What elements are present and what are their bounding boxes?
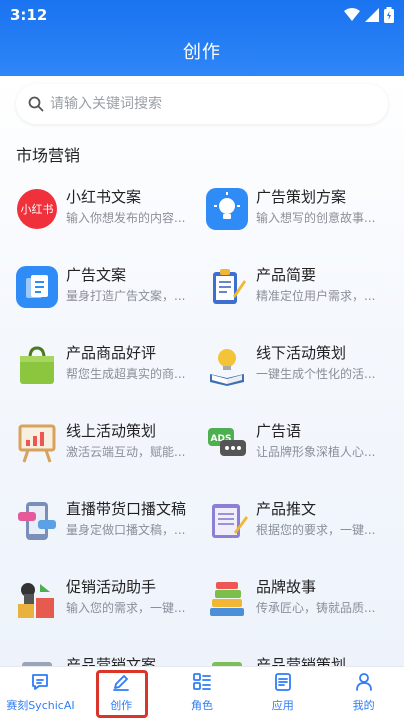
presentation-board-icon (16, 422, 58, 464)
documents-icon (16, 266, 58, 308)
marketing-plan-icon (206, 656, 248, 666)
tool-card-text: 广告策划方案输入想写的创意故事... (256, 184, 386, 226)
signal-icon (365, 8, 379, 22)
tool-card-desc: 量身打造广告文案，... (66, 289, 186, 303)
tool-card[interactable]: 品牌故事传承匠心，铸就品质... (206, 574, 400, 652)
section-title: 市场营销 (16, 146, 81, 165)
promotion-icon (16, 578, 58, 620)
tool-card-desc: 让品牌形象深植人心... (256, 445, 376, 459)
tool-card-text: 产品推文根据您的要求，一键... (256, 496, 386, 538)
battery-icon (384, 7, 394, 23)
tool-card-title: 小红书文案 (66, 188, 142, 206)
xiaohongshu-icon: 小红书 (16, 188, 58, 230)
tool-card-title: 广告文案 (66, 266, 127, 284)
tool-card-desc: 根据您的要求，一键... (256, 523, 376, 537)
tool-card-text: 产品营销策划 (256, 652, 386, 666)
tool-card[interactable]: 产品推文根据您的要求，一键... (206, 496, 400, 574)
nav-label: 应用 (271, 699, 294, 712)
tool-card-title: 产品商品好评 (66, 344, 157, 362)
tool-card-desc: 精准定位用户需求，... (256, 289, 376, 303)
ads-chat-icon: ADS (206, 422, 248, 464)
search-input[interactable] (50, 96, 370, 112)
main-content: 市场营销 小红书小红书文案输入你想发布的内容... 广告策划方案输入想写的创意故事… (0, 76, 404, 666)
tool-card[interactable]: 产品简要精准定位用户需求，... (206, 262, 400, 340)
shopping-bag-icon (16, 344, 58, 386)
nav-label: 我的 (352, 699, 375, 712)
tool-card-text: 广告文案量身打造广告文案，... (66, 262, 196, 304)
card-grid: 小红书 小红书文案 输入你想发布的内容... 广告策划方案 输入想写的创意故事... 广告… (0, 184, 404, 666)
product-marketing-icon (16, 656, 58, 666)
search-icon (28, 96, 44, 112)
tool-card-title: 直播带货口播文稿 (66, 500, 187, 518)
tool-card-desc: 激活云端互动，赋能... (66, 445, 186, 459)
status-time: 3:12 (10, 6, 48, 24)
tool-card[interactable]: 促销活动助手输入您的需求，一键... (16, 574, 206, 652)
nav-item-app-list[interactable]: 应用 (242, 667, 323, 718)
tool-card-title: 广告策划方案 (256, 188, 347, 206)
search-bar[interactable] (16, 84, 388, 124)
tool-card[interactable]: 线上活动策划激活云端互动，赋能... (16, 418, 206, 496)
grid-list-icon (192, 672, 212, 695)
tool-card[interactable]: 线下活动策划一键生成个性化的活... (206, 340, 400, 418)
idea-book-icon (206, 344, 248, 386)
tool-card[interactable]: 产品营销文案 (16, 652, 206, 666)
svg-text:小红书: 小红书 (21, 203, 54, 216)
app-list-icon (273, 672, 293, 695)
tool-card[interactable]: 广告文案量身打造广告文案，... (16, 262, 206, 340)
tool-card-text: 线上活动策划激活云端互动，赋能... (66, 418, 196, 460)
notepad-icon (206, 500, 248, 542)
nav-item-person[interactable]: 我的 (323, 667, 404, 718)
wifi-icon (344, 8, 360, 21)
lightbulb-icon (206, 188, 248, 230)
tool-card-title: 产品推文 (256, 500, 317, 518)
active-tab-highlight (95, 670, 148, 718)
tool-card-title: 线下活动策划 (256, 344, 347, 362)
tool-card-desc: 帮您生成超真实的商... (66, 367, 186, 381)
nav-item-chat[interactable]: 赛刻SychicAI (0, 667, 81, 718)
app-header: 3:12 创作 (0, 0, 404, 76)
tool-card[interactable]: ADS 广告语 让品牌形象深植人心... (206, 418, 400, 496)
nav-label: 赛刻SychicAI (6, 699, 75, 712)
page-title: 创作 (183, 42, 221, 63)
status-bar: 3:12 (10, 4, 394, 26)
clipboard-icon (206, 266, 248, 308)
tool-card-title: 产品简要 (256, 266, 317, 284)
tool-card-title: 广告语 (256, 422, 302, 440)
nav-item-grid-list[interactable]: 角色 (162, 667, 243, 718)
tool-card-text: 小红书文案输入你想发布的内容... (66, 184, 196, 226)
tool-card-title: 促销活动助手 (66, 578, 157, 596)
tool-card-text: 广告语让品牌形象深植人心... (256, 418, 386, 460)
tool-card-desc: 输入想写的创意故事... (256, 211, 376, 225)
tool-card[interactable]: 小红书 小红书文案输入你想发布的内容... (16, 184, 206, 262)
tool-card-text: 直播带货口播文稿量身定做口播文稿，... (66, 496, 196, 538)
tool-card-text: 产品简要精准定位用户需求，... (256, 262, 386, 304)
tool-card-desc: 一键生成个性化的活... (256, 367, 376, 381)
tool-card-title: 品牌故事 (256, 578, 317, 596)
tool-card-title: 产品营销策划 (256, 656, 347, 666)
tool-card-desc: 传承匠心，铸就品质... (256, 601, 376, 615)
tool-card[interactable]: 产品商品好评帮您生成超真实的商... (16, 340, 206, 418)
nav-label: 角色 (190, 699, 213, 712)
nav-item-pencil[interactable]: 创作 (81, 667, 162, 718)
chat-icon (30, 672, 50, 695)
tool-card-desc: 输入您的需求，一键... (66, 601, 186, 615)
tool-card[interactable]: 直播带货口播文稿量身定做口播文稿，... (16, 496, 206, 574)
tool-card[interactable]: 产品营销策划 (206, 652, 400, 666)
phone-chat-icon (16, 500, 58, 542)
tool-card-desc: 输入你想发布的内容... (66, 211, 186, 225)
bottom-nav: 赛刻SychicAI 创作角色 应用 我的 (0, 666, 404, 718)
tool-card-text: 产品商品好评帮您生成超真实的商... (66, 340, 196, 382)
tool-card-desc: 量身定做口播文稿，... (66, 523, 186, 537)
tool-card-title: 产品营销文案 (66, 656, 157, 666)
books-icon (206, 578, 248, 620)
status-icons (344, 7, 394, 23)
tool-card[interactable]: 广告策划方案输入想写的创意故事... (206, 184, 400, 262)
tool-card-text: 品牌故事传承匠心，铸就品质... (256, 574, 386, 616)
tool-card-text: 产品营销文案 (66, 652, 196, 666)
tool-card-text: 线下活动策划一键生成个性化的活... (256, 340, 386, 382)
person-icon (354, 672, 374, 695)
tool-card-text: 促销活动助手输入您的需求，一键... (66, 574, 196, 616)
tool-card-title: 线上活动策划 (66, 422, 157, 440)
